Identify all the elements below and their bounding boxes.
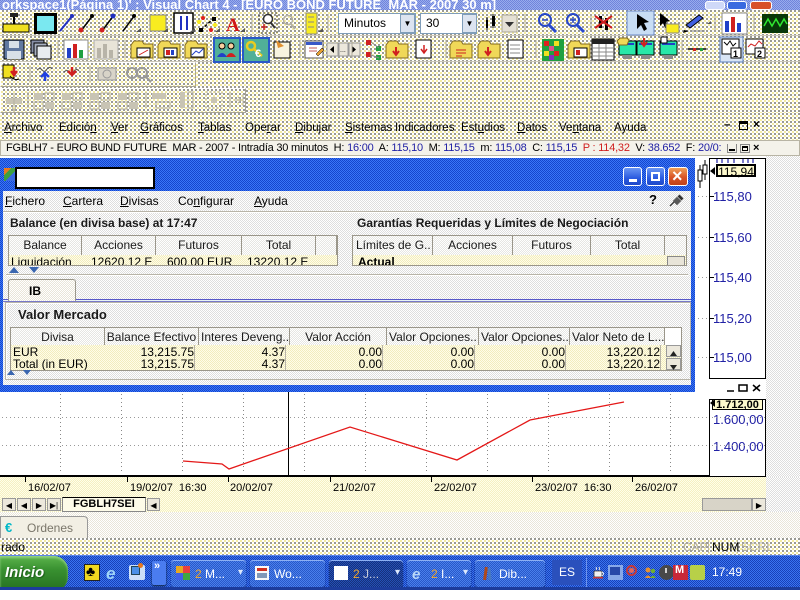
svg-text:A: A bbox=[226, 15, 240, 36]
svg-text:...: ... bbox=[340, 47, 346, 54]
svg-text:2: 2 bbox=[757, 49, 762, 59]
svg-text:€: € bbox=[255, 48, 261, 60]
svg-text:1: 1 bbox=[733, 49, 738, 59]
